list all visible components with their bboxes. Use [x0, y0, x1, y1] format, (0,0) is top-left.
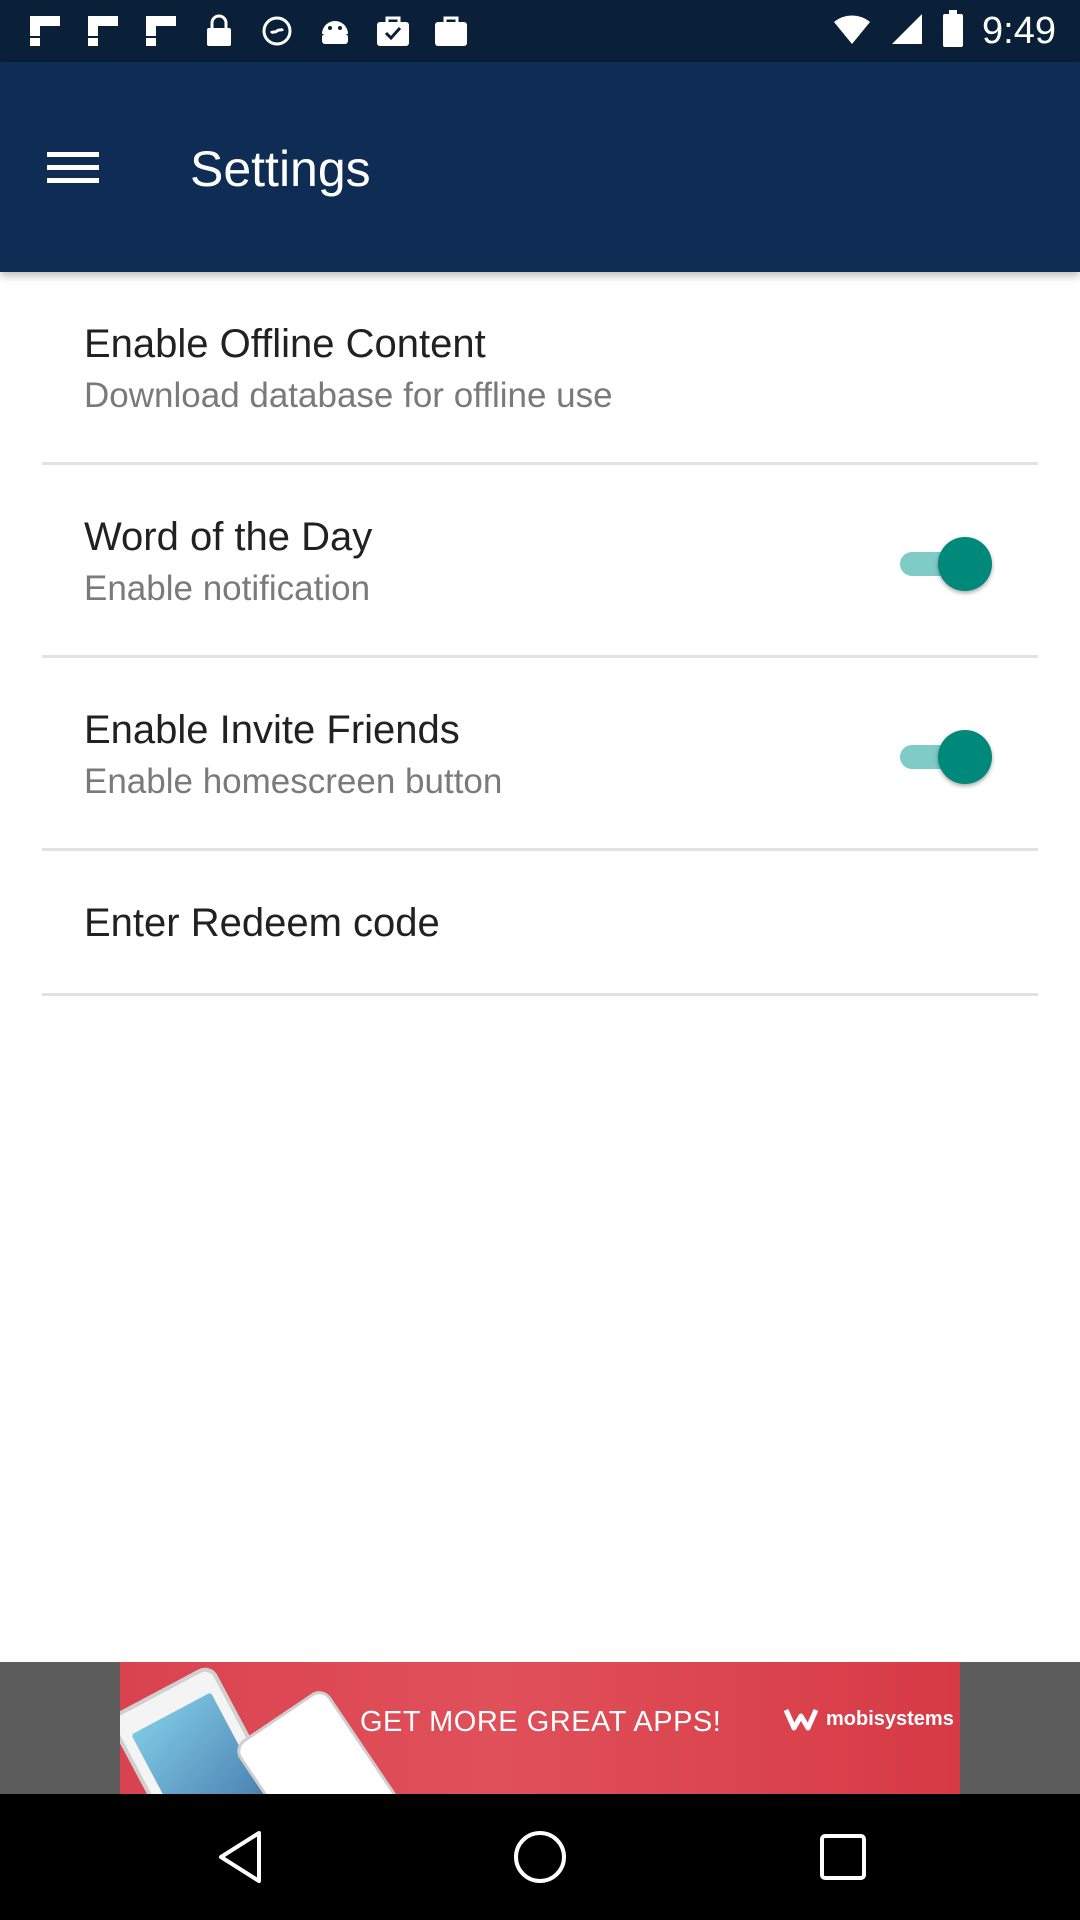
status-right: 9:49 — [832, 10, 1056, 53]
hamburger-menu-icon[interactable] — [34, 138, 112, 198]
setting-subtitle: Enable notification — [84, 569, 371, 608]
status-time: 9:49 — [982, 10, 1056, 52]
flipboard-icon — [26, 14, 64, 48]
setting-word-of-the-day[interactable]: Word of the Day Enable notification — [42, 465, 1038, 658]
toggle-thumb — [938, 730, 992, 784]
ad-banner[interactable]: GET MORE GREAT APPS! mobisystems — [120, 1662, 960, 1794]
setting-title: Word of the Day — [84, 515, 373, 559]
page-title: Settings — [190, 141, 371, 197]
setting-title: Enable Invite Friends — [84, 708, 460, 752]
flipboard-icon — [142, 14, 180, 48]
setting-subtitle: Download database for offline use — [84, 376, 613, 415]
ad-brand-name: mobisystems — [826, 1707, 954, 1730]
ad-area: GET MORE GREAT APPS! mobisystems — [0, 1662, 1080, 1794]
status-bar: 9:49 — [0, 0, 1080, 62]
signal-icon — [890, 12, 924, 51]
nav-bar — [0, 1794, 1080, 1920]
flipboard-icon — [84, 14, 122, 48]
setting-enter-redeem-code[interactable]: Enter Redeem code — [42, 851, 1038, 996]
lock-icon — [200, 14, 238, 48]
mobisystems-logo-icon — [784, 1708, 818, 1731]
battery-icon — [942, 10, 964, 53]
ad-brand: mobisystems — [784, 1706, 954, 1732]
briefcase-icon — [432, 14, 470, 48]
word-of-the-day-toggle[interactable] — [898, 537, 992, 591]
app-bar: Settings — [0, 62, 1080, 272]
settings-list: Enable Offline Content Download database… — [42, 272, 1038, 996]
home-circle-icon[interactable] — [508, 1825, 572, 1889]
briefcase-check-icon — [374, 14, 412, 48]
invite-friends-toggle[interactable] — [898, 730, 992, 784]
wifi-icon — [832, 12, 872, 51]
ad-text: GET MORE GREAT APPS! — [360, 1706, 722, 1738]
phone-image-icon — [231, 1685, 419, 1794]
setting-enable-invite-friends[interactable]: Enable Invite Friends Enable homescreen … — [42, 658, 1038, 851]
toggle-thumb — [938, 537, 992, 591]
notification-icons — [26, 14, 470, 48]
ring-icon — [258, 14, 296, 48]
recents-square-icon[interactable] — [811, 1825, 875, 1889]
setting-enable-offline-content[interactable]: Enable Offline Content Download database… — [42, 272, 1038, 465]
android-icon — [316, 14, 354, 48]
setting-title: Enable Offline Content — [84, 322, 486, 366]
setting-subtitle: Enable homescreen button — [84, 762, 503, 801]
setting-title: Enter Redeem code — [84, 901, 440, 945]
back-triangle-icon[interactable] — [208, 1825, 272, 1889]
